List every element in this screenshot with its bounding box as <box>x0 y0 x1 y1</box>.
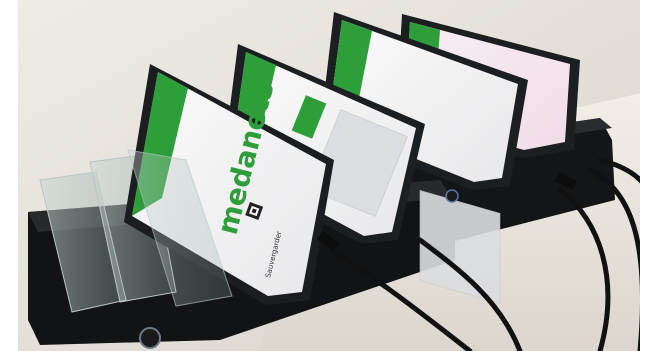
right-border <box>640 0 655 351</box>
photo-scene: medanets Sauvergarder <box>0 0 655 351</box>
power-button-icon <box>139 327 161 349</box>
left-border <box>0 0 18 351</box>
power-button-rear-icon <box>445 189 459 203</box>
